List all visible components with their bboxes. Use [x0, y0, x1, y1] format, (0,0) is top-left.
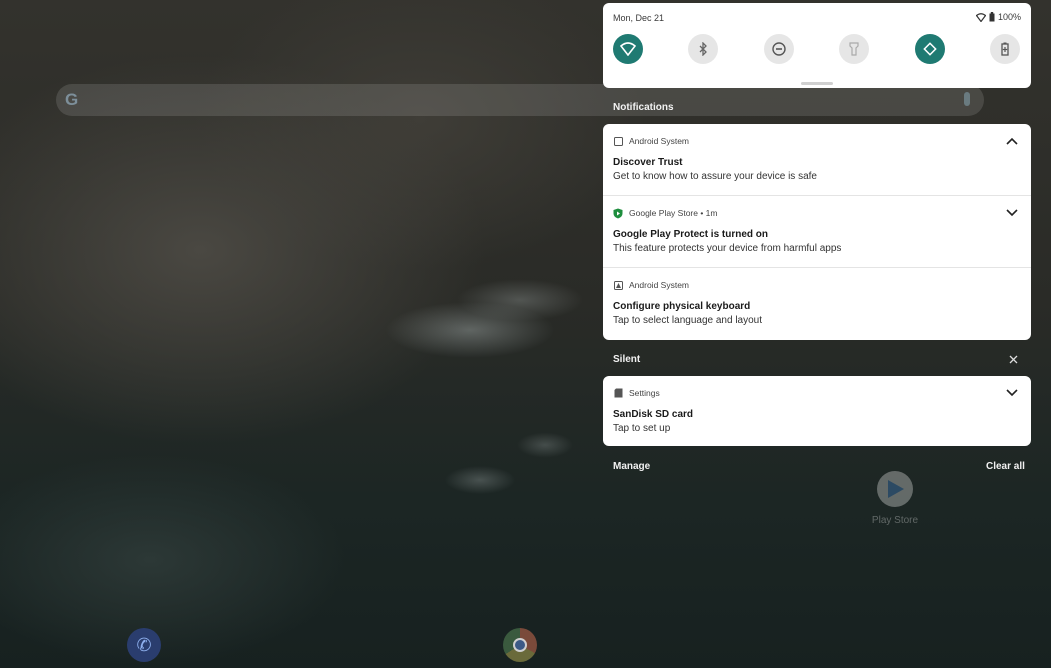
panel-drag-handle[interactable] — [801, 82, 833, 85]
battery-icon — [989, 12, 995, 22]
play-store-app-icon[interactable] — [877, 471, 913, 507]
chrome-app-icon[interactable] — [503, 628, 537, 662]
auto-rotate-icon — [923, 42, 937, 56]
notification-title: Google Play Protect is turned on — [613, 229, 769, 240]
notification-body: Get to know how to assure your device is… — [613, 171, 817, 182]
wifi-icon — [620, 42, 636, 56]
notification-body: Tap to set up — [613, 423, 671, 434]
notification-body: This feature protects your device from h… — [613, 243, 842, 254]
notification-app-name: Google Play Store • 1m — [629, 208, 718, 218]
flashlight-tile[interactable] — [839, 34, 869, 64]
play-protect-icon — [613, 208, 623, 218]
notification-app-name: Android System — [629, 280, 689, 290]
notification-title: SanDisk SD card — [613, 409, 694, 420]
notification-title: Discover Trust — [613, 157, 683, 168]
google-logo-icon: G — [65, 90, 79, 109]
bluetooth-icon — [699, 42, 707, 56]
battery-percent: 100% — [997, 12, 1021, 22]
notification-item[interactable]: Google Play Store • 1m Google Play Prote… — [603, 196, 1031, 268]
settings-sd-card-icon — [613, 388, 623, 398]
notification-item[interactable]: Android System Configure physical keyboa… — [603, 268, 1031, 340]
notification-title: Configure physical keyboard — [613, 301, 751, 312]
wifi-tile[interactable] — [613, 34, 643, 64]
wifi-status-icon — [975, 12, 986, 22]
android-system-icon — [613, 280, 623, 290]
notifications-card: Android System Discover Trust Get to kno… — [603, 124, 1031, 340]
quick-settings-panel: Mon, Dec 21 100% — [603, 3, 1031, 88]
notifications-heading: Notifications — [613, 102, 674, 113]
battery-saver-tile[interactable] — [990, 34, 1020, 64]
clear-all-button[interactable]: Clear all — [986, 461, 1025, 472]
phone-app-icon[interactable]: ✆ — [127, 628, 161, 662]
silent-heading: Silent — [613, 354, 641, 365]
manage-button[interactable]: Manage — [613, 461, 650, 472]
status-icons: 100% — [975, 12, 1021, 22]
silent-notifications-card: Settings SanDisk SD card Tap to set up — [603, 376, 1031, 446]
close-icon[interactable] — [1007, 353, 1019, 365]
auto-rotate-tile[interactable] — [915, 34, 945, 64]
notification-app-name: Android System — [629, 136, 689, 146]
android-system-icon — [613, 136, 623, 146]
date-text: Mon, Dec 21 — [613, 13, 665, 23]
notification-app-name: Settings — [629, 388, 660, 398]
google-search-bar[interactable]: G — [56, 84, 984, 116]
flashlight-icon — [849, 42, 859, 56]
notification-item[interactable]: Android System Discover Trust Get to kno… — [603, 124, 1031, 196]
do-not-disturb-tile[interactable] — [764, 34, 794, 64]
battery-saver-icon — [1001, 42, 1009, 56]
play-store-label: Play Store — [871, 515, 919, 526]
expand-chevron-icon[interactable] — [1005, 206, 1019, 220]
do-not-disturb-icon — [772, 42, 786, 56]
bluetooth-tile[interactable] — [688, 34, 718, 64]
collapse-chevron-icon[interactable] — [1005, 134, 1019, 148]
expand-chevron-icon[interactable] — [1005, 386, 1019, 400]
notification-body: Tap to select language and layout — [613, 315, 762, 326]
mic-icon[interactable] — [964, 92, 970, 106]
notification-item[interactable]: Settings SanDisk SD card Tap to set up — [603, 376, 1031, 446]
